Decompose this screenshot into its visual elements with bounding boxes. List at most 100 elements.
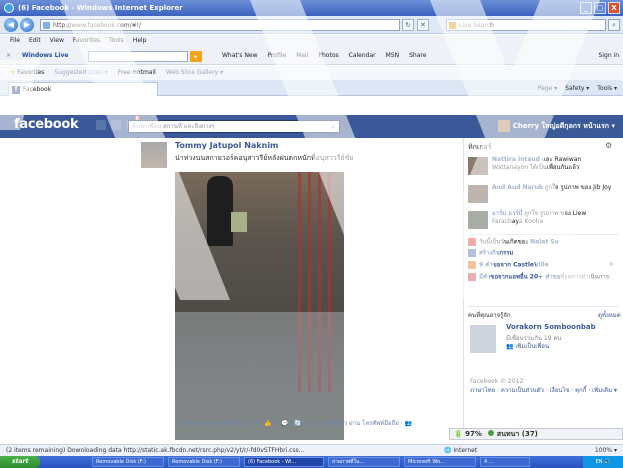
start-button[interactable]: start xyxy=(0,456,40,468)
fav-free-hotmail[interactable]: Free Hotmail xyxy=(118,66,156,80)
suggested-friend-avatar[interactable] xyxy=(470,325,496,353)
see-all-link[interactable]: ดูทั้งหมด xyxy=(598,310,621,320)
menu-view[interactable]: View xyxy=(50,35,64,47)
page-icon xyxy=(43,22,50,29)
forward-button[interactable]: ▶ xyxy=(20,18,34,32)
wl-link-calendar[interactable]: Calendar xyxy=(349,47,376,65)
taskbar-item[interactable]: Removable Disk (F:) xyxy=(168,457,240,467)
ticker-name[interactable]: อาร์ม อาร์มี่ xyxy=(492,210,522,217)
wl-link-profile[interactable]: Profile xyxy=(268,47,287,65)
address-bar[interactable]: http://www.facebook.com/#!/ xyxy=(40,19,400,31)
menu-help[interactable]: Help xyxy=(133,35,147,47)
facebook-user-nav[interactable]: Cherry ใหญ่อดีกุลกร หน้าแรก ▾ xyxy=(497,120,615,132)
post-author-avatar[interactable] xyxy=(141,142,167,168)
menu-favorites[interactable]: Favorites xyxy=(73,35,100,47)
fav-suggested-sites[interactable]: Suggested Sites ▾ xyxy=(54,66,107,80)
castleville-icon xyxy=(468,261,476,269)
taskbar-item[interactable]: Microsoft Wo... xyxy=(404,457,476,467)
castleville-requests[interactable]: 9 คำขอจาก CastleVille xyxy=(479,262,549,269)
other-requests-label[interactable]: มีคำขอจากแอพอื่น 20+ คำขอ xyxy=(479,274,560,281)
tools-menu[interactable]: Tools ▾ xyxy=(597,82,617,96)
refresh-button[interactable]: ↻ xyxy=(402,19,414,31)
windows-live-brand[interactable]: Windows Live xyxy=(22,47,68,65)
suggested-friend-name[interactable]: Vorakorn Somboonbab xyxy=(506,323,596,331)
ticker-item[interactable]: อาร์ม อาร์มี่ ถูกใจ รูปภาพ ของ Liew Fara… xyxy=(468,210,618,232)
search-icon[interactable]: ⌕ xyxy=(331,121,335,133)
messages-icon[interactable] xyxy=(111,120,121,130)
address-row: ◀ ▶ http://www.facebook.com/#!/ ↻ ✕ Live… xyxy=(0,16,623,34)
post-photo[interactable] xyxy=(175,172,344,440)
minimize-button[interactable]: _ xyxy=(580,2,592,14)
online-status-icon xyxy=(487,430,494,436)
live-search-input[interactable]: Live Search xyxy=(446,19,606,31)
separator xyxy=(468,234,618,235)
safety-menu[interactable]: Safety ▾ xyxy=(565,82,589,96)
facebook-search-placeholder: ค้นหาเพื่อน สถานที่ และสิ่งต่างๆ xyxy=(132,123,215,130)
back-button[interactable]: ◀ xyxy=(4,18,18,32)
address-url: http://www.facebook.com/#!/ xyxy=(53,22,142,29)
taskbar-item-facebook[interactable]: (6) Facebook - Wi... xyxy=(244,457,324,467)
other-requests-rest: ที่รอการดำเนินการ xyxy=(560,273,610,281)
address-actions: ↻ ✕ xyxy=(402,19,429,31)
post-actions[interactable]: ถูกใจ · แสดงความคิดเห็น · แชร์ · 👍16 💬3 … xyxy=(175,419,420,428)
system-tray[interactable]: EN 🔊 xyxy=(583,456,623,468)
globe-icon: 🌐 xyxy=(444,447,454,454)
fav-web-slice-gallery[interactable]: Web Slice Gallery ▾ xyxy=(166,66,223,80)
ticker-thumb xyxy=(468,185,488,203)
windows-live-search-button[interactable]: ▸ xyxy=(190,51,202,62)
maximize-button[interactable]: □ xyxy=(594,2,606,14)
facebook-search-input[interactable]: ค้นหาเพื่อน สถานที่ และสิ่งต่างๆ ⌕ xyxy=(128,120,340,133)
favorites-button[interactable]: ★ Favorites xyxy=(10,66,44,80)
app-request-item[interactable]: 9 คำขอจาก CastleVille × xyxy=(468,261,618,270)
menu-file[interactable]: File xyxy=(10,35,20,47)
taskbar-item[interactable]: 4 ... xyxy=(480,457,530,467)
wl-link-photos[interactable]: Photos xyxy=(318,47,338,65)
ticker-item[interactable]: Nattira Intaud และ Rawiwan Wattanayon ได… xyxy=(468,156,618,178)
add-friend-button[interactable]: 👥 เพิ่มเป็นเพื่อน xyxy=(506,341,549,351)
create-event-item[interactable]: สร้างกิจกรรม xyxy=(468,249,618,258)
post-author-name[interactable]: Tommy Jatupol Naknim xyxy=(175,141,278,150)
wl-link-share[interactable]: Share xyxy=(409,47,426,65)
status-bar: (2 items remaining) Downloading data htt… xyxy=(0,444,623,456)
separator xyxy=(468,306,618,307)
create-event-label[interactable]: สร้างกิจกรรม xyxy=(479,250,513,257)
facebook-page: Tommy Jatupol Naknim น่าห่วงนนสกายวอร์คอ… xyxy=(0,138,623,440)
taskbar: start Removable Disk (F:) Removable Disk… xyxy=(0,456,623,468)
chat-label: สนทนา (37) xyxy=(496,430,538,438)
footer-links[interactable]: ภาษาไทย · ความเป็นส่วนตัว · เงื่อนไข · ค… xyxy=(470,386,618,395)
menu-edit[interactable]: Edit xyxy=(29,35,41,47)
ticker-name[interactable]: Nattira Intaud xyxy=(492,156,540,163)
stop-button[interactable]: ✕ xyxy=(417,19,429,31)
friend-requests-icon[interactable] xyxy=(96,120,106,130)
other-app-requests-item[interactable]: มีคำขอจากแอพอื่น 20+ คำขอที่รอการดำเนินก… xyxy=(468,273,618,282)
ticker-text: ถูกใจ รูปภาพ ของ Jib Joy xyxy=(542,184,612,191)
tab-facebook[interactable]: f Facebook xyxy=(8,82,158,96)
ticker-thumb xyxy=(468,157,488,175)
dismiss-icon[interactable]: × xyxy=(609,261,614,269)
birthday-name[interactable]: Nalat Su xyxy=(530,239,559,246)
taskbar-item[interactable]: Removable Disk (F:) xyxy=(92,457,164,467)
toolbar-close-icon[interactable]: × xyxy=(6,47,11,65)
wl-link-msn[interactable]: MSN xyxy=(386,47,399,65)
ticker-settings-icon[interactable]: ⚙ xyxy=(605,141,612,150)
windows-live-search-input[interactable] xyxy=(88,51,188,62)
menu-tools[interactable]: Tools xyxy=(109,35,124,47)
search-go-button[interactable]: ⌕ xyxy=(608,19,620,31)
taskbar-item[interactable]: ถ่ายภาพที่ใน... xyxy=(328,457,400,467)
wl-link-mail[interactable]: Mail xyxy=(296,47,308,65)
close-button[interactable]: X xyxy=(608,2,620,14)
chat-bar[interactable]: 🔋 97% สนทนา (37) xyxy=(449,428,623,440)
birthday-item[interactable]: วันนี้เป็นวันเกิดของ Nalat Su xyxy=(468,238,618,247)
page-menu[interactable]: Page ▾ xyxy=(538,82,557,96)
footer-copyright: Facebook © 2012 xyxy=(470,378,524,385)
zoom-level[interactable]: 100% ▾ xyxy=(595,445,617,456)
post-text: น่าห่วงนนสกายวอร์คอนุสาวรีย์หลังฝนตกหนัก… xyxy=(175,154,354,162)
photo-person xyxy=(207,176,233,246)
security-zone-label: Internet xyxy=(453,447,478,454)
ticker-item[interactable]: Aud Aud Naruk ถูกใจ รูปภาพ ของ Jib Joy xyxy=(468,184,618,206)
sign-in-link[interactable]: Sign in xyxy=(599,47,619,65)
wl-link-whats-new[interactable]: What's New xyxy=(222,47,258,65)
facebook-logo[interactable]: facebook xyxy=(14,117,79,132)
birthday-icon xyxy=(468,238,476,246)
ticker-name[interactable]: Aud Aud Naruk xyxy=(492,184,543,191)
